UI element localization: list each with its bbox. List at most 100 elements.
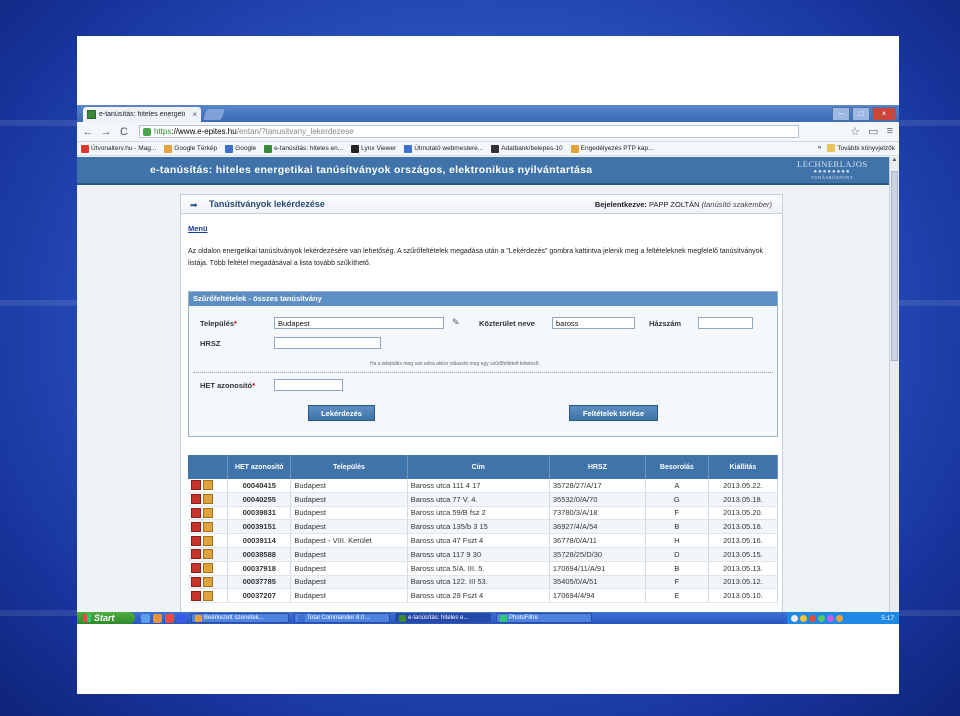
xml-icon[interactable] <box>203 494 213 505</box>
tray-icon[interactable] <box>827 614 834 622</box>
row-actions <box>188 533 229 548</box>
taskbar-item[interactable]: Beérkezett üzenetek... <box>191 613 289 623</box>
clear-filters-button[interactable]: Feltételek törlése <box>569 405 658 421</box>
bookmark-label: Google <box>235 145 257 152</box>
quicklaunch-icon[interactable] <box>153 613 162 623</box>
table-row: 00037918 Budapest Baross utca 5/A. III. … <box>188 561 779 576</box>
quicklaunch-icon[interactable] <box>141 613 150 623</box>
row-actions <box>188 479 229 493</box>
xml-icon[interactable] <box>203 480 213 491</box>
new-tab-button[interactable] <box>202 109 226 120</box>
het-input[interactable] <box>274 379 343 391</box>
address-bar[interactable]: https://www.e-epites.hu/entan/?tanusitva… <box>139 125 799 138</box>
tray-icon[interactable] <box>809 614 816 622</box>
cell-cim: Baross utca 122. III 53. <box>407 575 550 590</box>
tray-icon[interactable] <box>800 614 807 622</box>
bookmark-star-icon[interactable]: ☆ <box>850 125 860 138</box>
hazszam-input[interactable] <box>698 317 753 329</box>
quicklaunch-icon[interactable] <box>177 613 186 623</box>
scrollbar-thumb[interactable] <box>891 171 898 361</box>
pdf-icon[interactable] <box>191 576 201 587</box>
quicklaunch-icon[interactable] <box>165 613 174 623</box>
col-header-telepules[interactable]: Település <box>290 455 408 479</box>
results-table: HET azonosító Település Cím HRSZ Besorol… <box>188 455 779 604</box>
bookmark-item[interactable]: e-tanúsítás: hiteles en... <box>264 144 343 153</box>
minimize-button[interactable]: – <box>832 107 850 121</box>
row-actions <box>188 575 229 590</box>
close-window-button[interactable]: × <box>872 107 896 121</box>
cell-telepules: Budapest <box>290 506 408 521</box>
xml-icon[interactable] <box>203 535 213 546</box>
other-bookmarks-button[interactable]: További könyvjelzők <box>827 144 895 152</box>
pdf-icon[interactable] <box>191 549 201 560</box>
cell-het: 00039151 <box>227 519 292 535</box>
pdf-icon[interactable] <box>191 563 201 574</box>
more-bookmarks-button[interactable]: » <box>818 144 822 152</box>
clock: 5:17 <box>881 614 894 622</box>
cell-cim: Baross utca 111 4 17 <box>407 479 550 493</box>
pdf-icon[interactable] <box>191 521 201 532</box>
page-title: Tanúsítványok lekérdezése <box>209 199 325 209</box>
maximize-button[interactable]: □ <box>852 107 870 121</box>
taskbar-item[interactable]: PhotoFiltre <box>496 613 592 623</box>
forward-button[interactable]: → <box>99 126 113 138</box>
bookmark-item[interactable]: Útvonalterv.hu - Mag... <box>81 144 156 153</box>
other-bookmarks-label: További könyvjelzők <box>837 144 895 152</box>
taskbar-item[interactable]: Total Commander 8.0... <box>294 613 390 623</box>
query-button[interactable]: Lekérdezés <box>308 405 375 421</box>
bookmark-label: Google Térkép <box>174 145 218 152</box>
pdf-icon[interactable] <box>191 508 201 518</box>
vertical-scrollbar[interactable]: ▲ <box>889 157 899 612</box>
xml-icon[interactable] <box>203 590 213 601</box>
table-row: 00040415 Budapest Baross utca 111 4 17 3… <box>188 479 779 493</box>
telepules-label: Település* <box>200 319 237 328</box>
pdf-icon[interactable] <box>191 535 201 546</box>
login-label: Bejelentkezve: <box>594 200 647 209</box>
tray-icon[interactable] <box>818 614 825 622</box>
cell-het: 00037785 <box>227 575 292 590</box>
tab-close-icon[interactable]: × <box>192 110 201 119</box>
menu-icon[interactable]: ≡ <box>887 125 893 138</box>
row-actions <box>188 519 229 535</box>
xml-icon[interactable] <box>203 563 213 574</box>
pdf-icon[interactable] <box>191 494 201 505</box>
back-button[interactable]: ← <box>81 126 95 138</box>
url-path: /entan/?tanusitvany_lekerdezese <box>236 127 354 136</box>
browser-tab[interactable]: e-tanúsítás: hiteles energeti × <box>83 107 201 122</box>
telepules-input[interactable]: Budapest <box>274 317 444 329</box>
screenshot: e-tanúsítás: hiteles energeti × – □ × ← … <box>77 105 899 624</box>
bookmark-item[interactable]: Google <box>225 144 257 153</box>
pdf-icon[interactable] <box>191 480 201 491</box>
bookmark-item[interactable]: Adatbank/belepes-10 <box>491 144 563 153</box>
start-label: Start <box>94 613 115 623</box>
page-icon[interactable]: ▭ <box>868 125 878 138</box>
pdf-icon[interactable] <box>191 590 201 601</box>
hazszam-label: Házszám <box>649 319 682 328</box>
taskbar-item-active[interactable]: e-tanúsítás: hiteles e... <box>395 613 491 623</box>
xml-icon[interactable] <box>203 521 213 532</box>
xml-icon[interactable] <box>203 549 213 560</box>
bookmark-item[interactable]: Útmutató webmestere... <box>404 144 483 153</box>
row-actions <box>188 588 229 604</box>
col-header-hrsz[interactable]: HRSZ <box>549 455 646 479</box>
xml-icon[interactable] <box>203 508 213 518</box>
col-header-het[interactable]: HET azonosító <box>227 455 292 479</box>
start-button[interactable]: Start <box>77 612 135 624</box>
bookmark-item[interactable]: Engedélyezés PTP kap... <box>570 144 654 153</box>
col-header-besorolas[interactable]: Besorolás <box>645 455 709 479</box>
cell-besorolas: B <box>645 561 709 576</box>
reload-button[interactable]: C <box>117 126 131 138</box>
pencil-icon[interactable]: ✎ <box>452 317 460 328</box>
menu-link[interactable]: Menü <box>188 224 208 233</box>
bookmark-item[interactable]: Google Térkép <box>164 144 218 153</box>
telepules-label-text: Település <box>200 319 235 328</box>
tray-icon[interactable] <box>791 614 798 622</box>
scroll-up-icon[interactable]: ▲ <box>890 157 899 163</box>
col-header-cim[interactable]: Cím <box>407 455 550 479</box>
xml-icon[interactable] <box>203 576 213 587</box>
kozterulet-input[interactable]: baross <box>552 317 635 329</box>
bookmark-item[interactable]: Lynx Viewer <box>351 144 396 153</box>
col-header-kiallitas[interactable]: Kiállítás <box>708 455 779 479</box>
hrsz-input[interactable] <box>274 337 381 349</box>
tray-icon[interactable] <box>836 614 843 622</box>
